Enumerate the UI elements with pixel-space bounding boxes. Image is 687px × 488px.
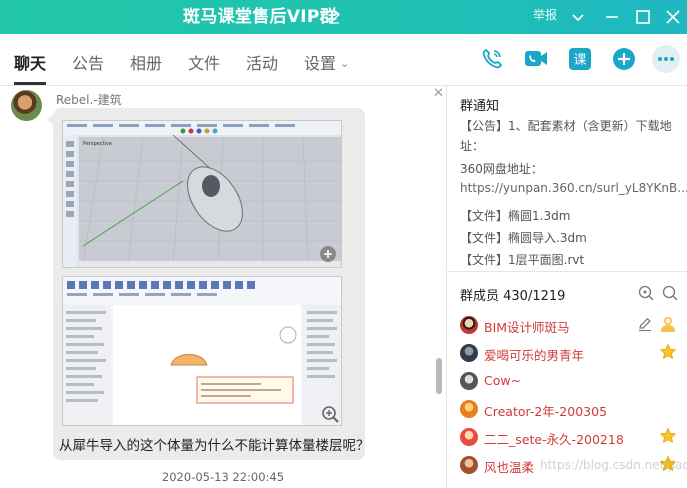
add-icon[interactable] (611, 46, 637, 72)
member-row[interactable]: 二二_sete-永久-200218 (447, 424, 687, 452)
notice-file[interactable]: 【文件】椭圆1.3dm (460, 207, 570, 224)
group-title: 斑马课堂售后VIP群 (183, 7, 337, 27)
avatar (460, 372, 478, 390)
members-title: 群成员 430/1219 (460, 289, 566, 304)
search-icon[interactable] (662, 285, 678, 301)
notice-line[interactable]: 【公告】1、配套素材（含更新）下载地址： (460, 116, 680, 156)
svg-text:Perspective: Perspective (83, 141, 112, 147)
member-name: BIM设计师斑马 (484, 320, 570, 335)
maximize-icon[interactable] (633, 7, 653, 27)
tab-activities[interactable]: 活动 (246, 50, 278, 74)
tab-files[interactable]: 文件 (188, 50, 220, 74)
member-name: 风也温柔 (484, 460, 535, 475)
notice-title: 群通知 (460, 99, 500, 114)
edit-title-icon[interactable] (326, 9, 342, 25)
avatar (460, 456, 478, 474)
divider (447, 271, 687, 272)
zoom-icon[interactable] (321, 405, 339, 423)
video-icon[interactable] (523, 46, 549, 72)
notice-file[interactable]: 【文件】1层平面图.rvt (460, 251, 584, 268)
tab-bar: 聊天 公告 相册 文件 活动 设置 ⌄ 课 (0, 34, 687, 86)
attached-image-rhino[interactable]: Perspective (62, 120, 342, 268)
svg-text:课: 课 (573, 53, 586, 68)
group-notice-panel: 群通知 【公告】1、配套素材（含更新）下载地址： 360网盘地址： https:… (447, 86, 687, 272)
member-row[interactable]: BIM设计师斑马 (447, 312, 687, 340)
chevron-down-icon: ⌄ (340, 57, 350, 70)
close-icon[interactable] (663, 7, 683, 27)
star-icon (659, 427, 677, 445)
member-row[interactable]: Creator-2年-200305 (447, 396, 687, 424)
member-name: 爱喝可乐的男青年 (484, 348, 585, 363)
message-text: 从犀牛导入的这个体量为什么不能计算体量楼层呢？ (59, 438, 370, 454)
minimize-icon[interactable] (602, 7, 622, 27)
avatar (460, 344, 478, 362)
notice-file[interactable]: 【文件】椭圆导入.3dm (460, 229, 587, 246)
tab-settings[interactable]: 设置 ⌄ (304, 50, 349, 74)
chat-scrollbar[interactable] (436, 358, 442, 394)
notice-line[interactable]: 360网盘地址： (460, 160, 543, 177)
edit-icon[interactable] (637, 316, 653, 332)
member-row[interactable]: 爱喝可乐的男青年 (447, 340, 687, 368)
attached-image-revit[interactable] (62, 276, 342, 426)
avatar (460, 316, 478, 334)
close-icon[interactable]: ✕ (433, 86, 444, 101)
avatar (460, 428, 478, 446)
title-bar: 斑马课堂售后VIP群 举报 (0, 0, 687, 34)
member-name: Cow~ (484, 373, 522, 388)
avatar (460, 400, 478, 418)
notice-link[interactable]: https://yunpan.360.cn/surl_yL8YKnB... (460, 181, 687, 195)
tab-album[interactable]: 相册 (130, 50, 162, 74)
message-timestamp: 2020-05-13 22:00:45 (161, 470, 285, 484)
tab-settings-label: 设置 (304, 54, 337, 73)
more-icon[interactable] (651, 44, 681, 74)
owner-icon (659, 315, 677, 333)
report-button[interactable]: 举报 (533, 0, 557, 34)
member-search-icon[interactable] (638, 285, 654, 301)
rhino-viewport-image: Perspective (63, 121, 341, 267)
member-name: Creator-2年-200305 (484, 404, 608, 419)
member-row[interactable]: Cow~ (447, 368, 687, 396)
zoom-icon[interactable] (319, 245, 337, 263)
member-name: 二二_sete-永久-200218 (484, 432, 624, 447)
sender-name[interactable]: Rebel.-建筑 (56, 91, 122, 108)
star-icon (659, 343, 677, 361)
revit-view-image (63, 277, 341, 425)
chevron-down-icon[interactable] (568, 7, 588, 27)
chat-area[interactable]: ✕ Rebel.-建筑 Perspective 从犀牛导入的这个体量为什么不能计… (0, 86, 446, 488)
avatar[interactable] (11, 90, 42, 121)
phone-icon[interactable] (479, 46, 505, 72)
class-icon[interactable]: 课 (567, 46, 593, 72)
tab-chat[interactable]: 聊天 (14, 50, 46, 74)
watermark: https://blog.csdn.net/jiadian... (540, 458, 687, 472)
tab-announcement[interactable]: 公告 (72, 50, 104, 74)
